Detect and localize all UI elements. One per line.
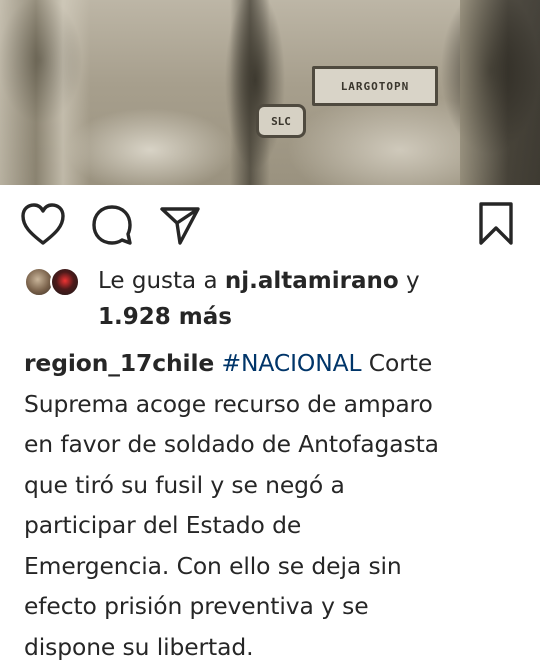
bookmark-icon[interactable] bbox=[476, 201, 516, 247]
caption-line: efecto prisión preventiva y se bbox=[24, 592, 369, 620]
likes-count-link[interactable]: 1.928 más bbox=[98, 301, 232, 333]
photo-shadow bbox=[460, 0, 540, 185]
liker-avatars[interactable] bbox=[24, 267, 84, 297]
hashtag-link[interactable]: #NACIONAL bbox=[222, 349, 362, 377]
caption-text: Corte bbox=[361, 349, 433, 377]
heart-icon[interactable] bbox=[20, 203, 66, 247]
caption-line: participar del Estado de bbox=[24, 511, 302, 539]
caption-line: region_17chile #NACIONAL Corte bbox=[24, 343, 524, 384]
uniform-name-patch-text: LARGOTOPN bbox=[340, 79, 410, 93]
uniform-rank-patch: SLC bbox=[256, 104, 306, 138]
post-photo[interactable]: LARGOTOPN SLC bbox=[0, 0, 540, 185]
caption-line: Emergencia. Con ello se deja sin bbox=[24, 551, 402, 580]
likes-line: Le gusta a nj.altamirano y bbox=[98, 265, 420, 297]
post-action-bar bbox=[0, 195, 540, 255]
uniform-name-patch: LARGOTOPN bbox=[312, 66, 438, 106]
likes-prefix: Le gusta a bbox=[98, 268, 225, 294]
comment-icon[interactable] bbox=[90, 203, 134, 247]
author-username-link[interactable]: region_17chile bbox=[24, 349, 214, 377]
photo-shadow bbox=[0, 0, 90, 185]
caption-line: dispone su libertad. bbox=[24, 632, 254, 661]
photo-shadow bbox=[230, 0, 270, 185]
post-caption: region_17chile #NACIONAL Corte Suprema a… bbox=[24, 343, 524, 667]
liker-username-link[interactable]: nj.altamirano bbox=[225, 268, 399, 294]
caption-line: en favor de soldado de Antofagasta bbox=[24, 430, 439, 458]
uniform-rank-patch-text: SLC bbox=[271, 114, 291, 128]
caption-line: Suprema acoge recurso de amparo bbox=[24, 389, 433, 418]
avatar[interactable] bbox=[50, 267, 80, 297]
caption-line: que tiró su fusil y se negó a bbox=[24, 470, 345, 499]
send-icon[interactable] bbox=[158, 203, 202, 247]
likes-suffix: y bbox=[398, 268, 420, 294]
